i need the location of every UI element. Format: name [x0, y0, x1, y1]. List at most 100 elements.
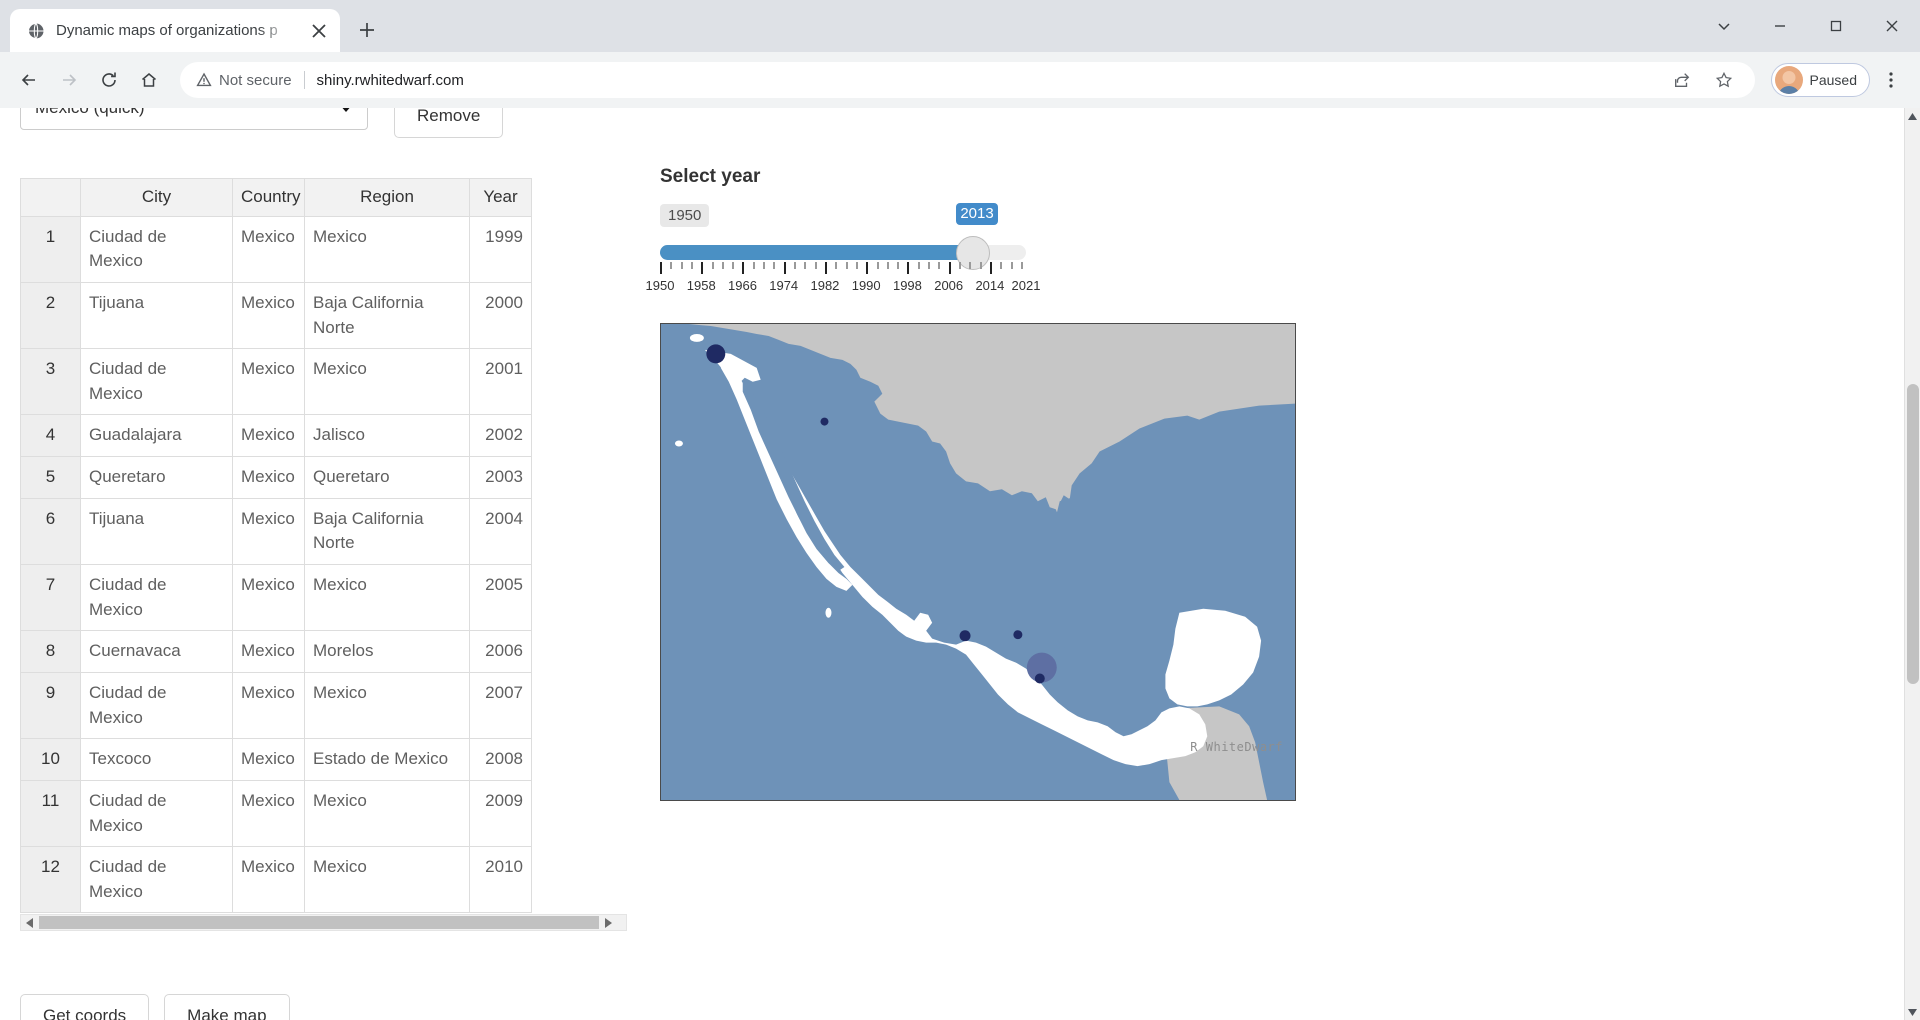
table-cell-country: Mexico: [232, 630, 305, 673]
home-icon[interactable]: [130, 61, 168, 99]
map-watermark: R WhiteDwarf: [1190, 740, 1283, 754]
table-cell-city: Queretaro: [80, 456, 233, 499]
table-cell-city: Guadalajara: [80, 414, 233, 458]
new-tab-button[interactable]: [348, 11, 386, 49]
triangle-left-icon[interactable]: [21, 915, 38, 930]
tab-strip: Dynamic maps of organizations p: [0, 0, 1920, 52]
table-cell-year: 1999: [469, 215, 532, 283]
scrollbar-track[interactable]: [1905, 124, 1920, 1004]
map-svg: [661, 324, 1295, 800]
table-row[interactable]: 5 Queretaro Mexico Queretaro 2003: [20, 456, 532, 499]
slider-tick-minor: [721, 262, 724, 269]
column-header-region[interactable]: Region: [304, 178, 470, 217]
table-cell-region: Baja California Norte: [304, 497, 470, 566]
table-row[interactable]: 7 Ciudad de Mexico Mexico Mexico 2005: [20, 564, 532, 632]
map-point[interactable]: [1013, 630, 1023, 640]
tab-title: Dynamic maps of organizations p: [56, 22, 278, 39]
country-select-value: Mexico (quick): [35, 108, 145, 118]
triangle-right-icon[interactable]: [599, 915, 616, 930]
minimize-icon[interactable]: [1752, 0, 1808, 52]
map-point[interactable]: [820, 417, 829, 426]
maximize-icon[interactable]: [1808, 0, 1864, 52]
slider-tick-minor: [938, 262, 941, 269]
close-icon[interactable]: [306, 18, 332, 44]
triangle-up-icon[interactable]: [1905, 108, 1920, 124]
table-cell-year: 2009: [469, 779, 532, 848]
slider-tick-label: 1982: [810, 278, 840, 293]
warning-triangle-icon: [196, 72, 212, 88]
table-cell-region: Mexico: [304, 671, 470, 740]
browser-tab[interactable]: Dynamic maps of organizations p: [10, 9, 340, 52]
star-icon[interactable]: [1705, 61, 1743, 99]
slider-tick-major: [866, 262, 869, 274]
back-arrow-icon[interactable]: [10, 61, 48, 99]
table-row[interactable]: 3 Ciudad de Mexico Mexico Mexico 2001: [20, 348, 532, 416]
table-cell-country: Mexico: [232, 456, 305, 499]
scrollbar-thumb[interactable]: [1906, 384, 1919, 684]
close-icon[interactable]: [1864, 0, 1920, 52]
reload-icon[interactable]: [90, 61, 128, 99]
triangle-down-icon[interactable]: [1905, 1004, 1920, 1020]
column-header-city[interactable]: City: [80, 178, 233, 217]
slider-tick-label: 1990: [851, 278, 881, 293]
table-cell-idx: 9: [20, 671, 81, 740]
security-status[interactable]: Not secure: [196, 72, 292, 89]
table-cell-country: Mexico: [232, 497, 305, 566]
year-slider[interactable]: 2013 1950 1958 1966 1974 1982 1990 1998 2006 201…: [646, 203, 1040, 295]
browser-window: Dynamic maps of organizations p Not secu…: [0, 0, 1920, 1020]
slider-tick-minor: [1020, 262, 1023, 269]
slider-tick-minor: [670, 262, 673, 269]
browser-toolbar: Not secure shiny.rwhitedwarf.com Paused: [0, 52, 1920, 108]
chevron-down-icon[interactable]: [1696, 0, 1752, 52]
slider-tick-major: [783, 262, 786, 274]
table-cell-idx: 11: [20, 779, 81, 848]
make-map-button[interactable]: Make map: [164, 994, 290, 1020]
country-select[interactable]: Mexico (quick): [20, 108, 368, 130]
column-header-year[interactable]: Year: [469, 178, 532, 217]
table-row[interactable]: 9 Ciudad de Mexico Mexico Mexico 2007: [20, 671, 532, 740]
slider-tick-label: 2006: [934, 278, 964, 293]
remove-button[interactable]: Remove: [394, 108, 504, 138]
table-cell-year: 2002: [469, 414, 532, 458]
map-point[interactable]: [1034, 673, 1045, 684]
window-controls: [1696, 0, 1920, 52]
table-row[interactable]: 12 Ciudad de Mexico Mexico Mexico 2010: [20, 846, 532, 914]
table-cell-city: Cuernavaca: [80, 630, 233, 673]
scrollbar-thumb[interactable]: [39, 916, 599, 930]
table-cell-idx: 2: [20, 281, 81, 350]
map-point[interactable]: [959, 630, 971, 642]
map-point[interactable]: [706, 344, 726, 364]
data-table-wrapper: City Country Region Year 1 Ciudad de Mexi…: [20, 178, 630, 932]
forward-arrow-icon[interactable]: [50, 61, 88, 99]
table-row[interactable]: 11 Ciudad de Mexico Mexico Mexico 2009: [20, 779, 532, 848]
page-scrollbar[interactable]: [1904, 108, 1920, 1020]
column-header-index[interactable]: [20, 178, 81, 217]
table-cell-year: 2003: [469, 456, 532, 499]
table-row[interactable]: 6 Tijuana Mexico Baja California Norte 2004: [20, 497, 532, 566]
three-dots-menu-icon[interactable]: [1872, 61, 1910, 99]
share-icon[interactable]: [1663, 61, 1701, 99]
table-cell-idx: 5: [20, 456, 81, 499]
slider-tick-label: 1950: [645, 278, 675, 293]
table-row[interactable]: 10 Texcoco Mexico Estado de Mexico 2008: [20, 738, 532, 781]
table-row[interactable]: 4 Guadalajara Mexico Jalisco 2002: [20, 414, 532, 458]
slider-tick-minor: [876, 262, 879, 269]
table-cell-region: Estado de Mexico: [304, 738, 470, 781]
slider-tick-label: 2021: [1011, 278, 1041, 293]
table-row[interactable]: 1 Ciudad de Mexico Mexico Mexico 1999: [20, 215, 532, 283]
table-cell-year: 2001: [469, 348, 532, 416]
column-header-country[interactable]: Country: [232, 178, 305, 217]
table-horizontal-scrollbar[interactable]: [20, 914, 627, 932]
table-row[interactable]: 8 Cuernavaca Mexico Morelos 2006: [20, 630, 532, 673]
slider-tick-minor: [814, 262, 817, 269]
map-plot[interactable]: R WhiteDwarf: [660, 323, 1296, 801]
table-row[interactable]: 2 Tijuana Mexico Baja California Norte 2000: [20, 281, 532, 350]
get-coords-button[interactable]: Get coords: [20, 994, 150, 1020]
slider-tick-major: [948, 262, 951, 274]
profile-button[interactable]: Paused: [1770, 63, 1870, 97]
table-cell-year: 2007: [469, 671, 532, 740]
address-bar[interactable]: Not secure shiny.rwhitedwarf.com: [180, 62, 1755, 98]
slider-tick-minor: [969, 262, 972, 269]
slider-ticks: [660, 262, 1026, 274]
url-text[interactable]: shiny.rwhitedwarf.com: [317, 72, 1655, 89]
